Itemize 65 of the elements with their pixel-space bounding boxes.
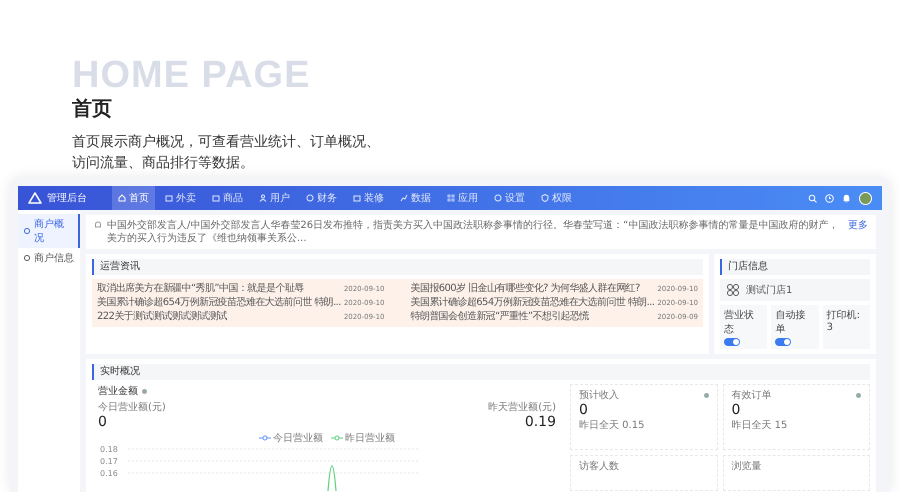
home-icon [118, 194, 126, 202]
setting-label: 打印机: 3 [826, 308, 862, 333]
nav-tab[interactable]: 外卖 [159, 186, 202, 210]
card-label: 有效订单 [732, 389, 772, 402]
setting-label: 自动接单 [775, 308, 806, 336]
nav-tab[interactable]: 数据 [394, 186, 437, 210]
nav-tab[interactable]: 用户 [253, 186, 296, 210]
axis-tick-label: 0.16 [100, 469, 118, 478]
search-icon[interactable] [808, 194, 817, 202]
nav-tab[interactable]: 财务 [300, 186, 343, 210]
flower-icon [726, 283, 740, 297]
card-note: 昨日全天 0.15 [579, 419, 646, 432]
nav-tab[interactable]: 商品 [206, 186, 249, 210]
legend-label: 昨日营业额 [345, 432, 395, 445]
stat-label: 昨天营业额(元) [488, 401, 556, 414]
card-label: 访客人数 [579, 460, 619, 473]
info-icon [856, 393, 861, 398]
axis-tick-label: 0.18 [100, 445, 118, 454]
axis-tick-label: 0.17 [100, 457, 118, 466]
news-link[interactable]: 222关于测试测试测试测试测试 [97, 310, 228, 324]
nav-tab[interactable]: 装修 [347, 186, 390, 210]
news-link[interactable]: 特朗普国会创造新冠“严重性”不想引起恐慌 [410, 310, 589, 324]
chart-icon [400, 194, 408, 202]
toggle-switch[interactable] [775, 338, 792, 346]
avatar[interactable] [859, 192, 872, 204]
info-icon [704, 393, 708, 398]
notice-text: 中国外交部发言人/中国外交部发言人华春莹26日发布推特，指责美方买入中国政法职称参事情的行径。华春莹写道：“中国政法职称参事情的常量是中国政府的财产，美方的买入行为违反了《维也纳领事关系公... [107, 219, 840, 245]
logo-text: 管理后台 [47, 192, 87, 205]
page-title: 首页 [72, 96, 113, 120]
stat-value: 0.19 [524, 414, 556, 431]
card-note: 昨日全天 15 [732, 419, 788, 432]
news-link[interactable]: 取消出席美方在新疆中“秀肌”中国：就是是个耻辱 [97, 282, 304, 296]
stat-value: 0 [98, 414, 108, 431]
section-title: 实时概况 [92, 364, 870, 380]
person-icon [259, 194, 267, 202]
nav-tab[interactable]: 应用 [441, 186, 484, 210]
news-link[interactable]: 美国报600岁 旧金山有哪些变化? 为何华盛人群在网红? [410, 282, 640, 296]
sidebar-item[interactable]: 商户概况 [18, 214, 80, 248]
bell-icon[interactable] [842, 194, 851, 202]
sidebar-item[interactable]: 商户信息 [18, 248, 80, 268]
description-line: 访问流量、商品排行等数据。 [72, 154, 255, 173]
revenue-title: 营业金额 [98, 384, 138, 398]
news-link[interactable]: 美国累计确诊超654万例新冠疫苗恐难在大选前问世 特朗... [410, 296, 654, 310]
setting-label: 营业状态 [724, 308, 755, 336]
store-name: 测试门店1 [746, 284, 792, 297]
card-label: 浏览量 [732, 460, 762, 473]
legend-label: 今日营业额 [273, 432, 323, 445]
section-title: 运营资讯 [92, 259, 703, 275]
more-link[interactable]: 更多 [848, 219, 868, 232]
shield-icon [541, 194, 549, 202]
section-title: 门店信息 [720, 259, 870, 275]
line-chart-drawing [327, 466, 337, 491]
stat-label: 今日营业额(元) [98, 401, 166, 414]
nav-tab[interactable]: 权限 [535, 186, 578, 210]
toggle-switch[interactable] [724, 338, 740, 346]
description-line: 首页展示商户概况，可查看营业统计、订单概况、 [72, 133, 381, 152]
card-value: 0 [732, 402, 742, 419]
grid-icon [447, 194, 455, 202]
news-link[interactable]: 美国累计确诊超654万例新冠疫苗恐难在大选前问世 特朗... [97, 296, 341, 310]
nav-tab[interactable]: 设置 [488, 186, 531, 210]
nav-tab[interactable]: 首页 [112, 186, 155, 210]
card-value: 0 [579, 402, 589, 419]
clock-icon[interactable] [825, 194, 834, 202]
info-icon [142, 388, 147, 394]
card-label: 预计收入 [579, 389, 619, 402]
